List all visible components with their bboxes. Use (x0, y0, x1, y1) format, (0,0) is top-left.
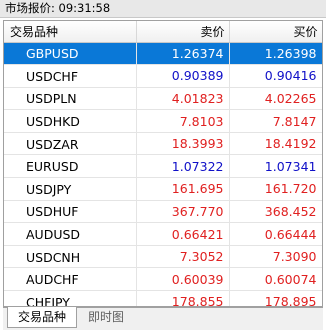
symbol-label: USDCHF (26, 68, 79, 84)
ask-price: 161.720 (229, 177, 322, 201)
symbol-cell[interactable]: EURUSD (4, 154, 137, 179)
ask-price: 7.3090 (229, 245, 322, 269)
ask-price: 0.60074 (229, 267, 322, 292)
arrow-down-icon (9, 294, 26, 306)
arrow-down-icon (9, 136, 26, 151)
bid-price: 1.26374 (136, 42, 230, 66)
table-row[interactable]: EURUSD 1.07322 1.07341 (4, 154, 322, 179)
symbol-cell[interactable]: GBPUSD (4, 42, 137, 66)
table-row[interactable]: USDHUF 367.770 368.452 (4, 200, 322, 224)
ask-price: 178.895 (229, 290, 322, 306)
symbol-label: USDHUF (26, 204, 79, 220)
arrow-down-icon (9, 249, 26, 264)
arrow-down-icon (9, 271, 26, 286)
arrow-down-icon (9, 181, 26, 196)
bid-price: 178.855 (136, 290, 230, 306)
symbol-cell[interactable]: USDHKD (4, 109, 137, 133)
symbol-cell[interactable]: CHFJPY (4, 290, 137, 307)
bid-price: 367.770 (136, 200, 230, 224)
bottom-tab-bar: 交易品种 即时图 (3, 307, 323, 330)
bid-price: 0.66421 (136, 222, 230, 246)
symbol-label: GBPUSD (26, 46, 79, 62)
symbol-label: USDCNH (26, 249, 81, 265)
table-row[interactable]: GBPUSD 1.26374 1.26398 (4, 42, 322, 66)
arrow-down-icon (9, 113, 26, 128)
symbol-label: USDZAR (26, 136, 79, 152)
table-row[interactable]: CHFJPY 178.855 178.895 (4, 290, 322, 307)
column-header-ask[interactable]: 买价 (229, 21, 322, 43)
ask-price: 368.452 (229, 200, 322, 224)
table-row[interactable]: USDCHF 0.90389 0.90416 (4, 64, 322, 88)
ask-price: 0.66444 (229, 222, 322, 246)
table-row[interactable]: AUDUSD 0.66421 0.66444 (4, 222, 322, 246)
table-row[interactable]: AUDCHF 0.60039 0.60074 (4, 267, 322, 292)
symbol-label: AUDUSD (26, 227, 81, 243)
quotes-table: 交易品种 卖价 买价 GBPUSD 1.26374 1.26398 USDCHF 0.9… (4, 21, 322, 307)
arrow-down-icon (9, 90, 26, 105)
table-row[interactable]: USDHKD 7.8103 7.8147 (4, 109, 322, 133)
bid-price: 1.07322 (136, 154, 230, 179)
market-watch-panel: 交易品种 卖价 买价 GBPUSD 1.26374 1.26398 USDCHF 0.9… (3, 20, 323, 307)
symbol-label: AUDCHF (26, 272, 79, 288)
table-row[interactable]: USDJPY 161.695 161.720 (4, 177, 322, 201)
tab-symbols[interactable]: 交易品种 (7, 307, 77, 328)
table-row[interactable]: USDCNH 7.3052 7.3090 (4, 245, 322, 269)
column-header-bid[interactable]: 卖价 (136, 21, 230, 43)
bid-price: 18.3993 (136, 132, 230, 156)
symbol-label: USDHKD (26, 114, 80, 130)
symbol-cell[interactable]: USDPLN (4, 87, 137, 111)
ask-price: 7.8147 (229, 109, 322, 133)
bid-price: 4.01823 (136, 87, 230, 111)
arrow-up-icon (9, 158, 26, 173)
symbol-cell[interactable]: USDHUF (4, 200, 137, 224)
arrow-up-icon (9, 68, 26, 83)
ask-price: 18.4192 (229, 132, 322, 156)
bid-price: 0.60039 (136, 267, 230, 292)
symbol-cell[interactable]: USDCNH (4, 245, 137, 269)
ask-price: 4.02265 (229, 87, 322, 111)
bid-price: 161.695 (136, 177, 230, 201)
ask-price: 1.26398 (229, 42, 322, 66)
arrow-down-icon (9, 203, 26, 218)
table-row[interactable]: USDZAR 18.3993 18.4192 (4, 132, 322, 156)
window-title: 市场报价: 09:31:58 (0, 0, 326, 18)
ask-price: 0.90416 (229, 64, 322, 88)
symbol-label: USDJPY (26, 181, 72, 197)
tab-tick-chart[interactable]: 即时图 (81, 307, 131, 328)
symbol-label: CHFJPY (26, 294, 70, 307)
table-row[interactable]: USDPLN 4.01823 4.02265 (4, 87, 322, 111)
symbol-cell[interactable]: USDZAR (4, 132, 137, 156)
table-header-row: 交易品种 卖价 买价 (4, 21, 322, 43)
symbol-cell[interactable]: AUDCHF (4, 267, 137, 292)
symbol-cell[interactable]: AUDUSD (4, 222, 137, 246)
ask-price: 1.07341 (229, 154, 322, 179)
column-header-symbol[interactable]: 交易品种 (4, 21, 137, 43)
symbol-cell[interactable]: USDCHF (4, 64, 137, 88)
symbol-cell[interactable]: USDJPY (4, 177, 137, 201)
symbol-label: USDPLN (26, 91, 77, 107)
bid-price: 0.90389 (136, 64, 230, 88)
bid-price: 7.8103 (136, 109, 230, 133)
arrow-up-icon (9, 45, 26, 60)
symbol-label: EURUSD (26, 159, 79, 175)
arrow-down-icon (9, 226, 26, 241)
bid-price: 7.3052 (136, 245, 230, 269)
